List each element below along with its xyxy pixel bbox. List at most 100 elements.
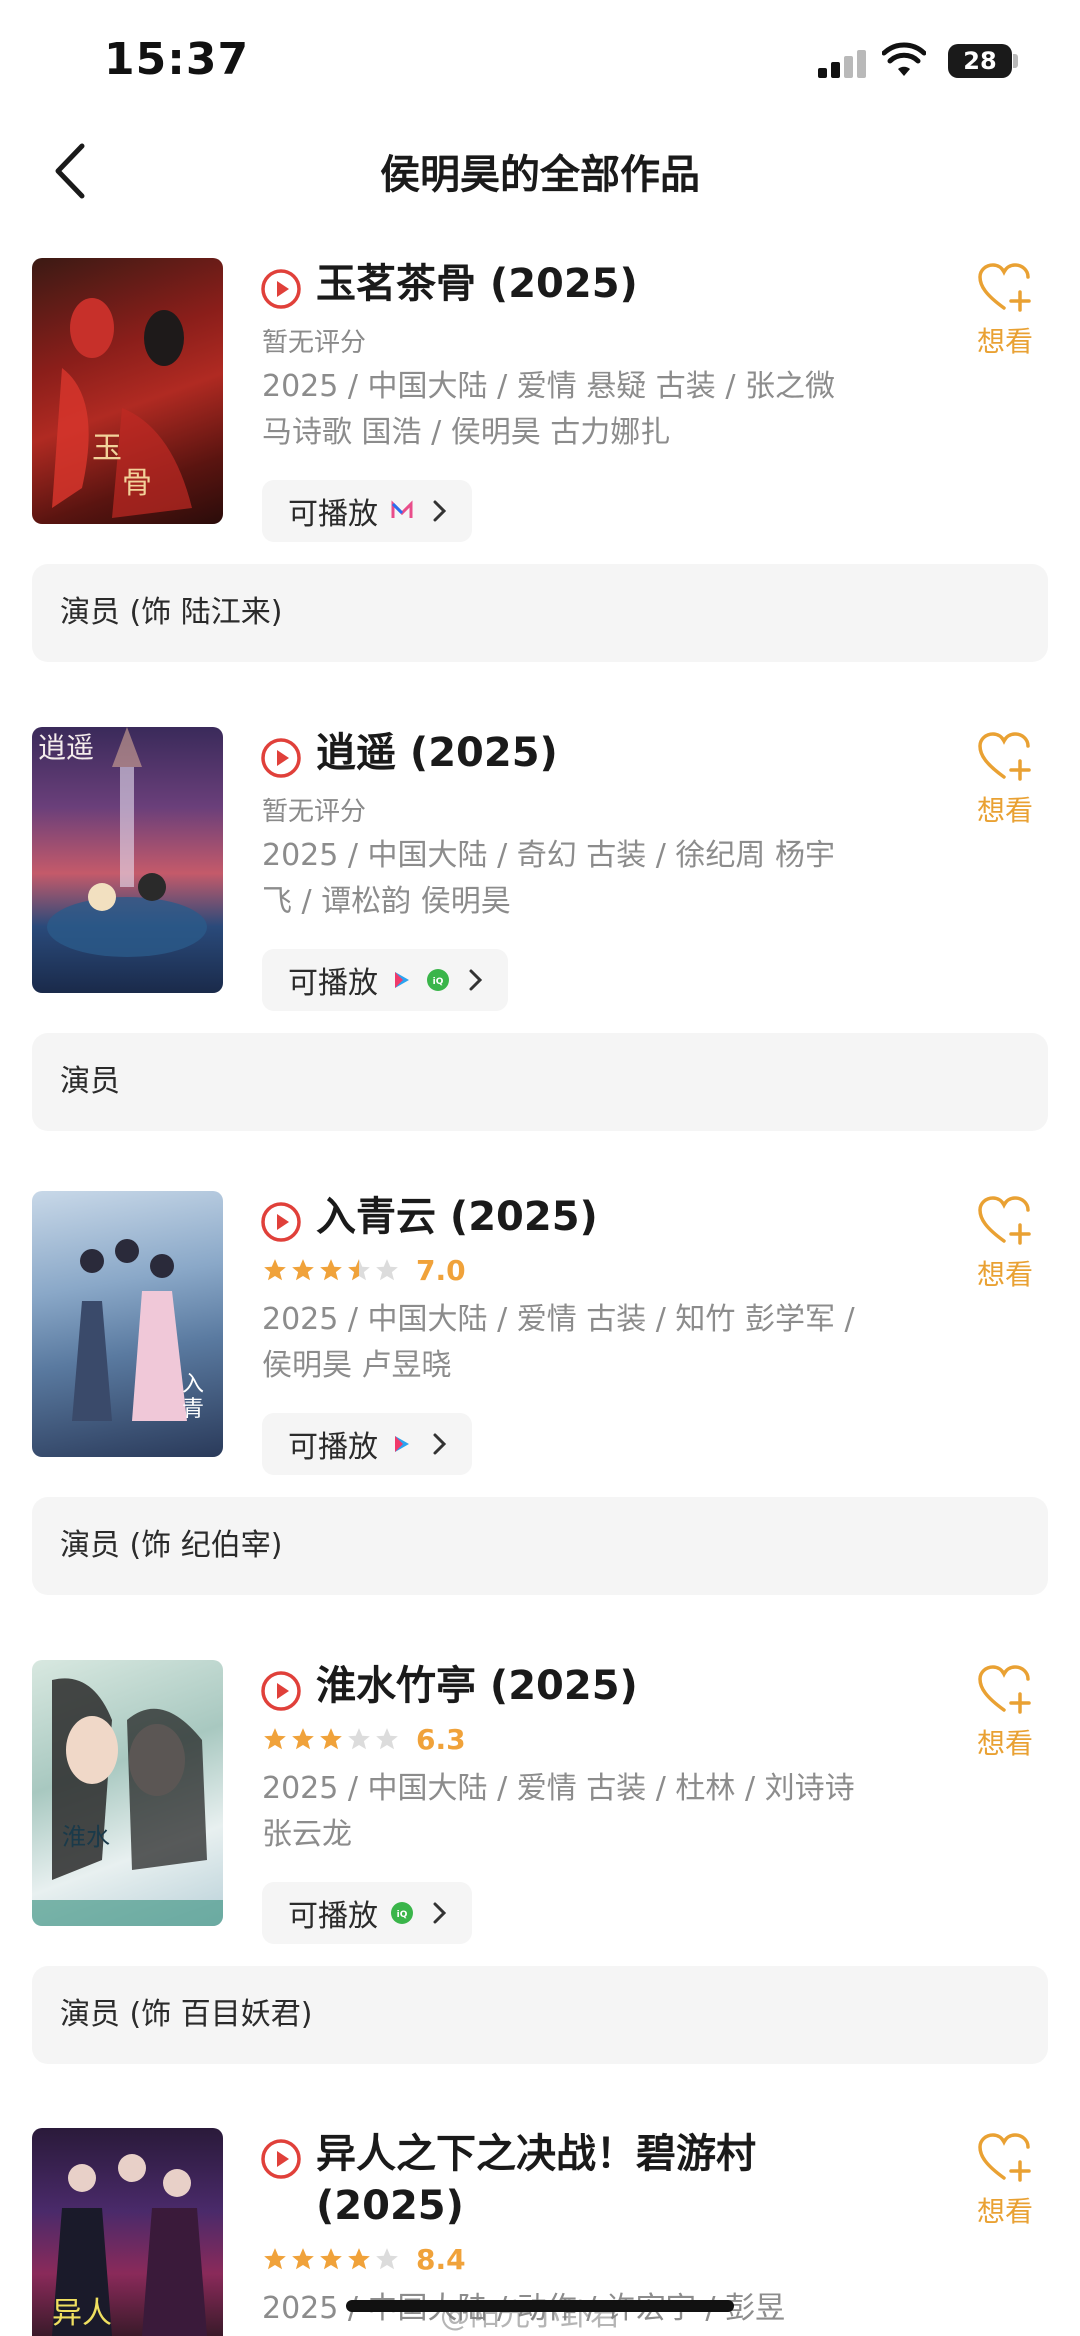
playable-label: 可播放	[288, 497, 378, 532]
star-full-icon	[264, 1728, 286, 1750]
role-bar[interactable]: 演员 (饰 百目妖君)	[32, 1966, 1048, 2064]
poster-image[interactable]: 淮水	[32, 1660, 223, 1926]
iqiyi-icon: iQ	[391, 1902, 413, 1924]
want-to-watch-button[interactable]: 想看	[968, 1664, 1042, 1762]
star-rating: 8.4	[262, 2242, 466, 2276]
page-title: 侯明昊的全部作品	[380, 152, 700, 198]
play-circle-icon	[261, 738, 301, 778]
chevron-right-icon	[433, 1902, 447, 1924]
star-rating: 7.0	[262, 1253, 466, 1287]
heart-plus-icon	[978, 732, 1031, 781]
svg-text:逍遥: 逍遥	[38, 731, 94, 764]
star-empty-icon	[376, 1259, 398, 1281]
mgtv-icon	[391, 500, 413, 518]
star-full-icon	[292, 2248, 314, 2270]
score-value: 8.4	[416, 2242, 466, 2276]
playable-button[interactable]: 可播放	[262, 1413, 472, 1475]
want-to-watch-button[interactable]: 想看	[968, 1195, 1042, 1293]
status-time: 15:37	[104, 34, 250, 85]
want-to-watch-button[interactable]: 想看	[968, 731, 1042, 829]
cellular-signal-icon	[818, 50, 870, 78]
svg-text:iQ: iQ	[397, 1910, 408, 1920]
playable-label: 可播放	[288, 1899, 378, 1934]
work-title[interactable]: 淮水竹亭 (2025)	[316, 1660, 956, 1712]
status-bar: 15:37 28	[0, 0, 1080, 120]
work-title[interactable]: 入青云 (2025)	[316, 1191, 956, 1243]
svg-text:玉: 玉	[92, 431, 122, 466]
chevron-right-icon	[433, 1433, 447, 1455]
work-meta: 2025 / 中国大陆 / 爱情 悬疑 古装 / 张之微 马诗歌 国浩 / 侯明…	[262, 364, 902, 456]
star-full-icon	[264, 1259, 286, 1281]
star-empty-icon	[348, 1728, 370, 1750]
want-to-watch-button[interactable]: 想看	[968, 262, 1042, 360]
playable-label: 可播放	[288, 1430, 378, 1465]
work-meta: 2025 / 中国大陆 / 奇幻 古装 / 徐纪周 杨宇 飞 / 谭松韵 侯明昊	[262, 833, 902, 925]
star-full-icon	[320, 2248, 342, 2270]
poster-image[interactable]: 逍遥	[32, 727, 223, 993]
star-half-icon	[348, 1259, 370, 1281]
watermark: @阳光小卦君	[440, 2298, 620, 2333]
svg-text:骨: 骨	[122, 466, 152, 501]
want-label: 想看	[976, 1727, 1033, 1760]
playable-label: 可播放	[288, 966, 378, 1001]
work-title[interactable]: 异人之下之决战！碧游村 (2025)	[316, 2128, 956, 2232]
work-meta: 2025 / 中国大陆 / 爱情 古装 / 杜林 / 刘诗诗 张云龙	[262, 1766, 902, 1858]
work-meta: 2025 / 中国大陆 / 爱情 古装 / 知竹 彭学军 / 侯明昊 卢昱晓	[262, 1297, 902, 1389]
playable-button[interactable]: 可播放	[262, 480, 472, 542]
work-item[interactable]: 入 青 入青云 (2025) 7.0 2025 / 中国大陆 / 爱情 古装 /…	[0, 1191, 1080, 1659]
chevron-right-icon	[469, 969, 483, 991]
meta-line: 飞 / 谭松韵 侯明昊	[262, 884, 511, 919]
chevron-right-icon	[433, 500, 447, 522]
star-full-icon	[264, 2248, 286, 2270]
meta-line: 侯明昊 卢昱晓	[262, 1348, 452, 1383]
wifi-icon	[882, 42, 926, 76]
work-title[interactable]: 逍遥 (2025)	[316, 727, 956, 779]
score-value: 7.0	[416, 1253, 466, 1287]
star-full-icon	[320, 1259, 342, 1281]
poster-image[interactable]: 异人	[32, 2128, 223, 2336]
playable-button[interactable]: 可播放 iQ	[262, 949, 508, 1011]
meta-line: 2025 / 中国大陆 / 爱情 古装 / 知竹 彭学军 /	[262, 1302, 855, 1337]
meta-line: 张云龙	[262, 1817, 352, 1852]
want-label: 想看	[976, 794, 1033, 827]
meta-line: 2025 / 中国大陆 / 爱情 古装 / 杜林 / 刘诗诗	[262, 1771, 855, 1806]
nav-bar: 侯明昊的全部作品	[0, 120, 1080, 220]
work-title-line: 异人之下之决战！碧游村	[316, 2131, 756, 2177]
star-rating: 6.3	[262, 1722, 466, 1756]
play-circle-icon	[261, 1671, 301, 1711]
role-bar[interactable]: 演员 (饰 纪伯宰)	[32, 1497, 1048, 1595]
star-full-icon	[320, 1728, 342, 1750]
role-bar[interactable]: 演员	[32, 1033, 1048, 1131]
work-item[interactable]: 淮水 淮水竹亭 (2025) 6.3 2025 / 中国大陆 / 爱情 古装 /…	[0, 1660, 1080, 2128]
play-circle-icon	[261, 2139, 301, 2179]
work-item[interactable]: 玉 骨 玉茗茶骨 (2025) 暂无评分 2025 / 中国大陆 / 爱情 悬疑…	[0, 258, 1080, 726]
heart-plus-icon	[978, 1196, 1031, 1245]
score-value: 6.3	[416, 1722, 466, 1756]
star-full-icon	[292, 1728, 314, 1750]
playable-button[interactable]: 可播放 iQ	[262, 1882, 472, 1944]
want-label: 想看	[976, 325, 1033, 358]
want-to-watch-button[interactable]: 想看	[968, 2132, 1042, 2230]
meta-line: 2025 / 中国大陆 / 奇幻 古装 / 徐纪周 杨宇	[262, 838, 835, 873]
want-label: 想看	[976, 2195, 1033, 2228]
rating-text: 暂无评分	[262, 328, 367, 358]
home-indicator[interactable]	[346, 2300, 734, 2312]
heart-plus-icon	[978, 2133, 1031, 2182]
meta-line: 2025 / 中国大陆 / 爱情 悬疑 古装 / 张之微	[262, 369, 835, 404]
role-bar[interactable]: 演员 (饰 陆江来)	[32, 564, 1048, 662]
star-empty-icon	[376, 1728, 398, 1750]
work-title[interactable]: 玉茗茶骨 (2025)	[316, 258, 956, 310]
poster-image[interactable]: 入 青	[32, 1191, 223, 1457]
star-empty-icon	[376, 2248, 398, 2270]
work-title-line: (2025)	[316, 2183, 464, 2229]
svg-text:入: 入	[182, 1372, 204, 1397]
poster-image[interactable]: 玉 骨	[32, 258, 223, 524]
want-label: 想看	[976, 1258, 1033, 1291]
work-item[interactable]: 逍遥 逍遥 (2025) 暂无评分 2025 / 中国大陆 / 奇幻 古装 / …	[0, 727, 1080, 1195]
youku-icon	[395, 1436, 409, 1452]
play-circle-icon	[261, 269, 301, 309]
svg-text:青: 青	[182, 1397, 204, 1422]
battery-icon: 28	[948, 44, 1012, 78]
play-circle-icon	[261, 1202, 301, 1242]
star-full-icon	[292, 1259, 314, 1281]
